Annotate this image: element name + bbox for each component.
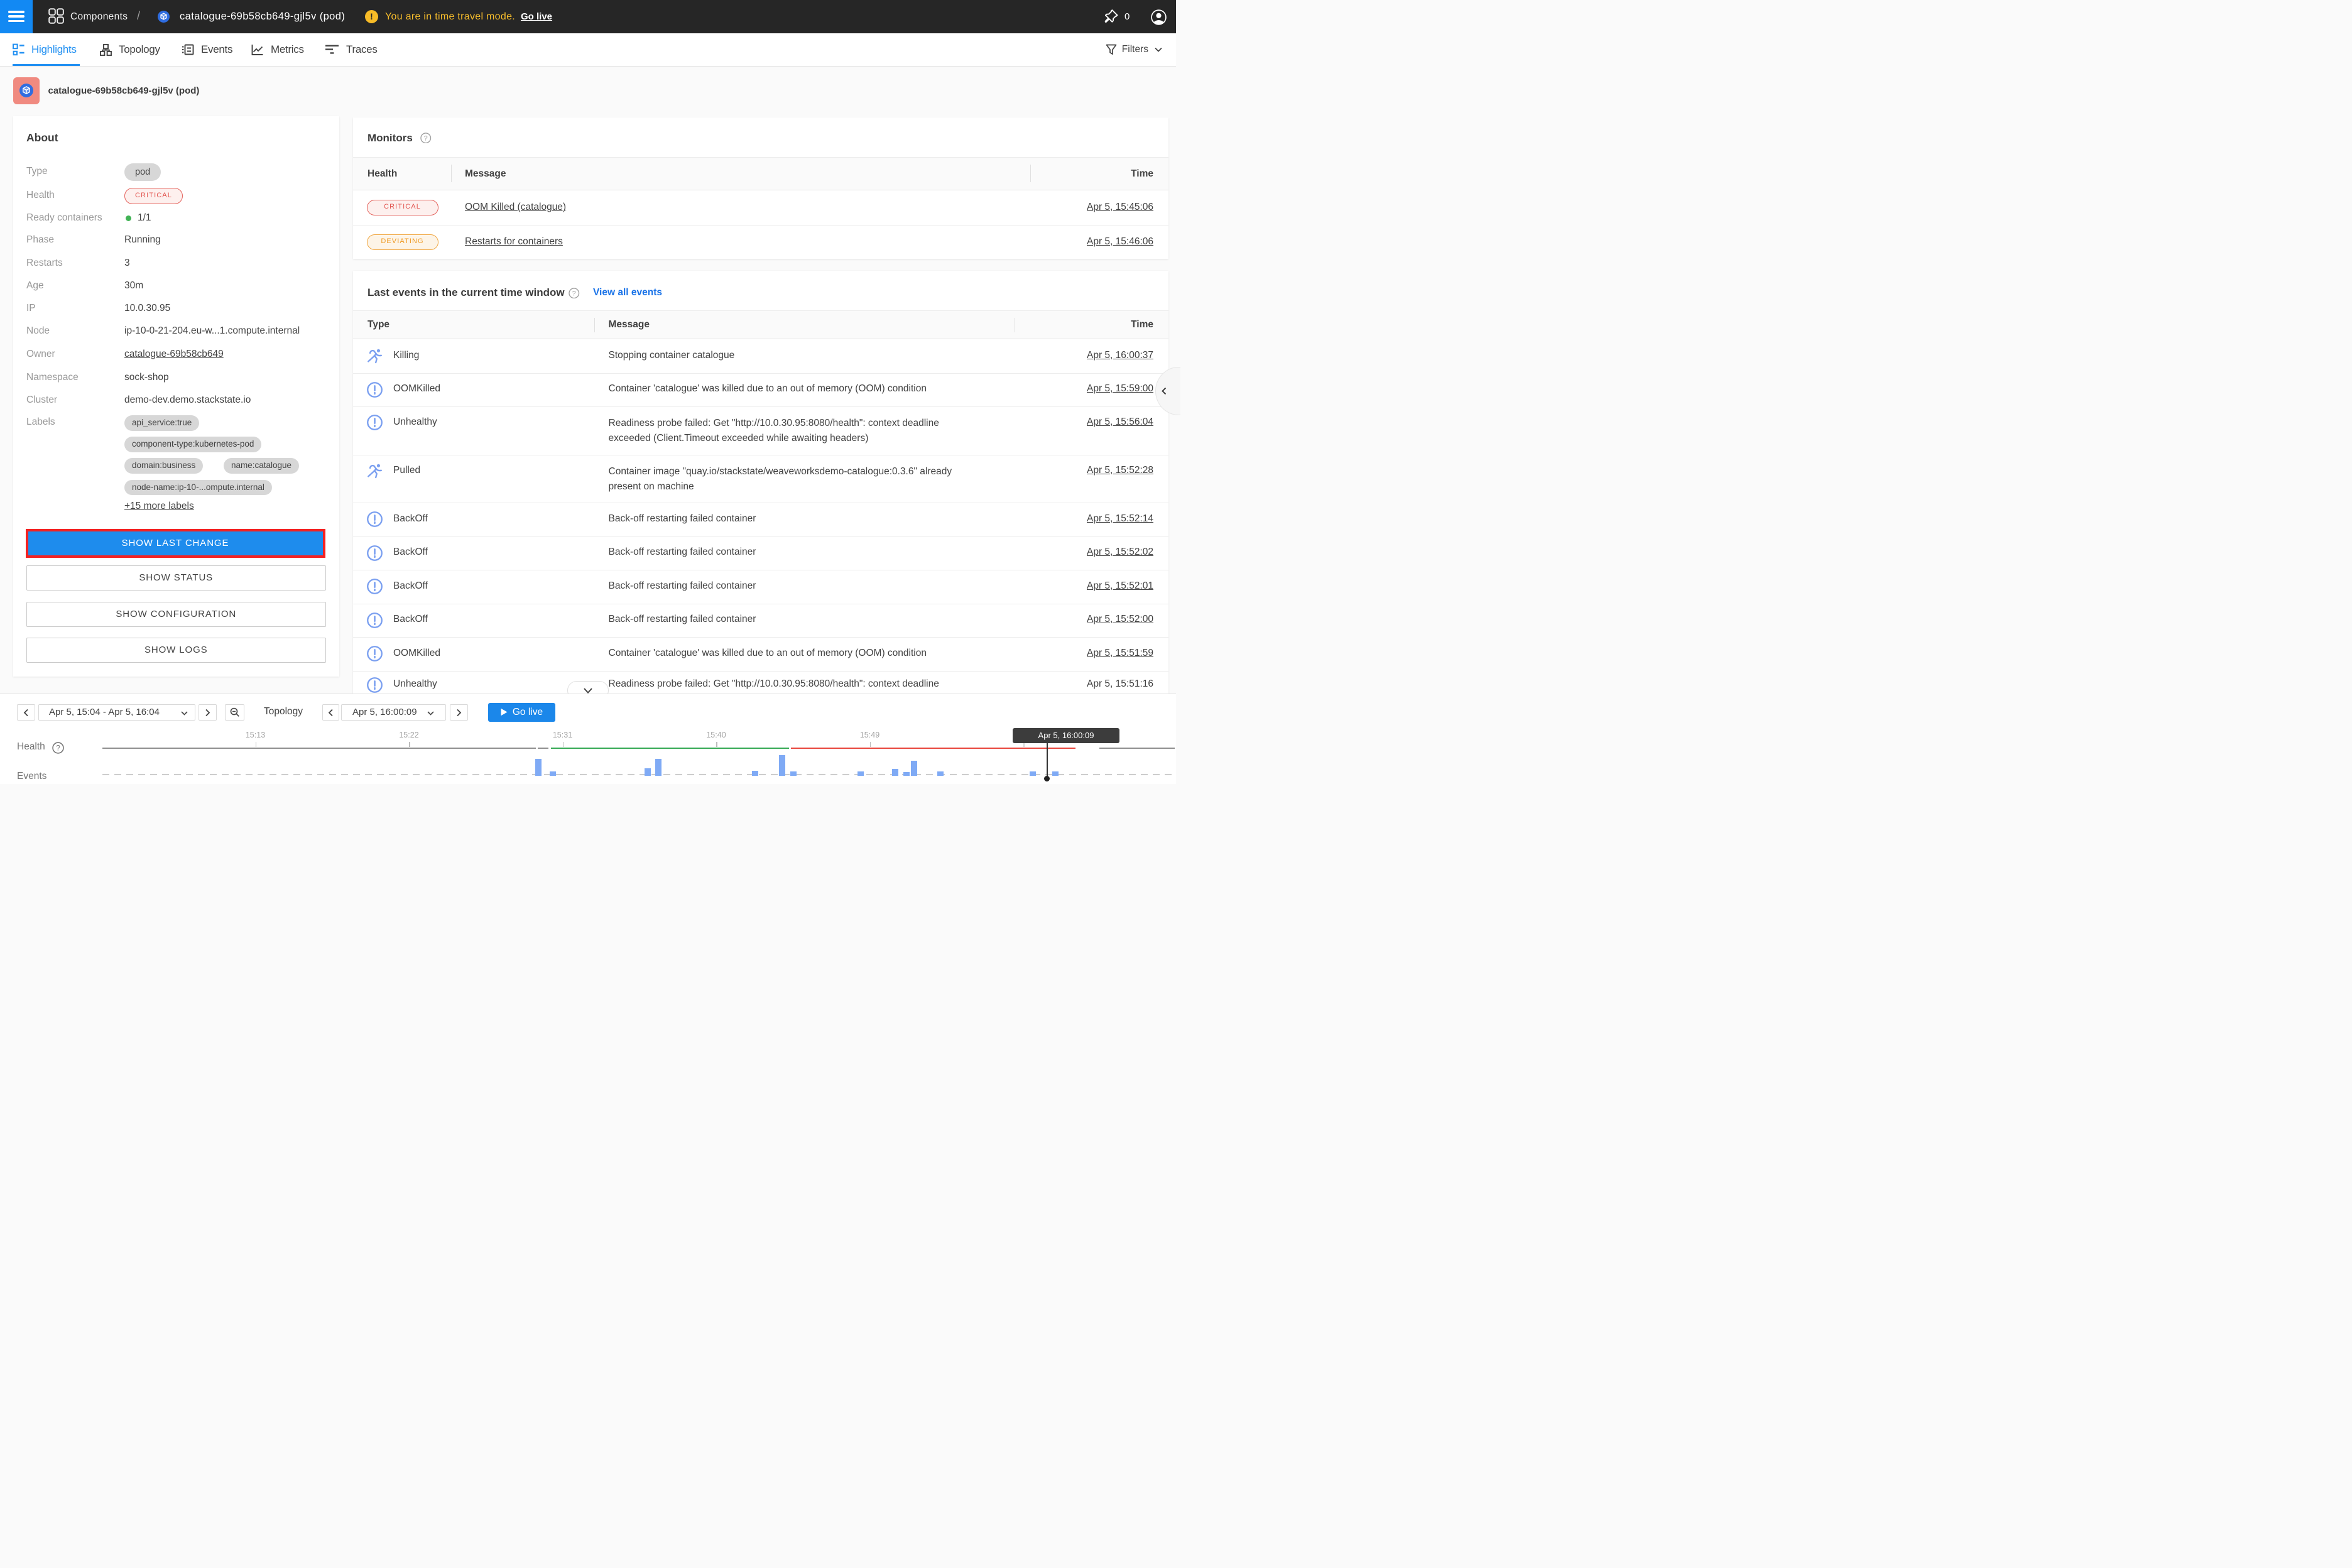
svg-text:?: ? xyxy=(424,134,428,142)
svg-text:?: ? xyxy=(572,290,576,297)
svg-text:?: ? xyxy=(56,744,60,752)
